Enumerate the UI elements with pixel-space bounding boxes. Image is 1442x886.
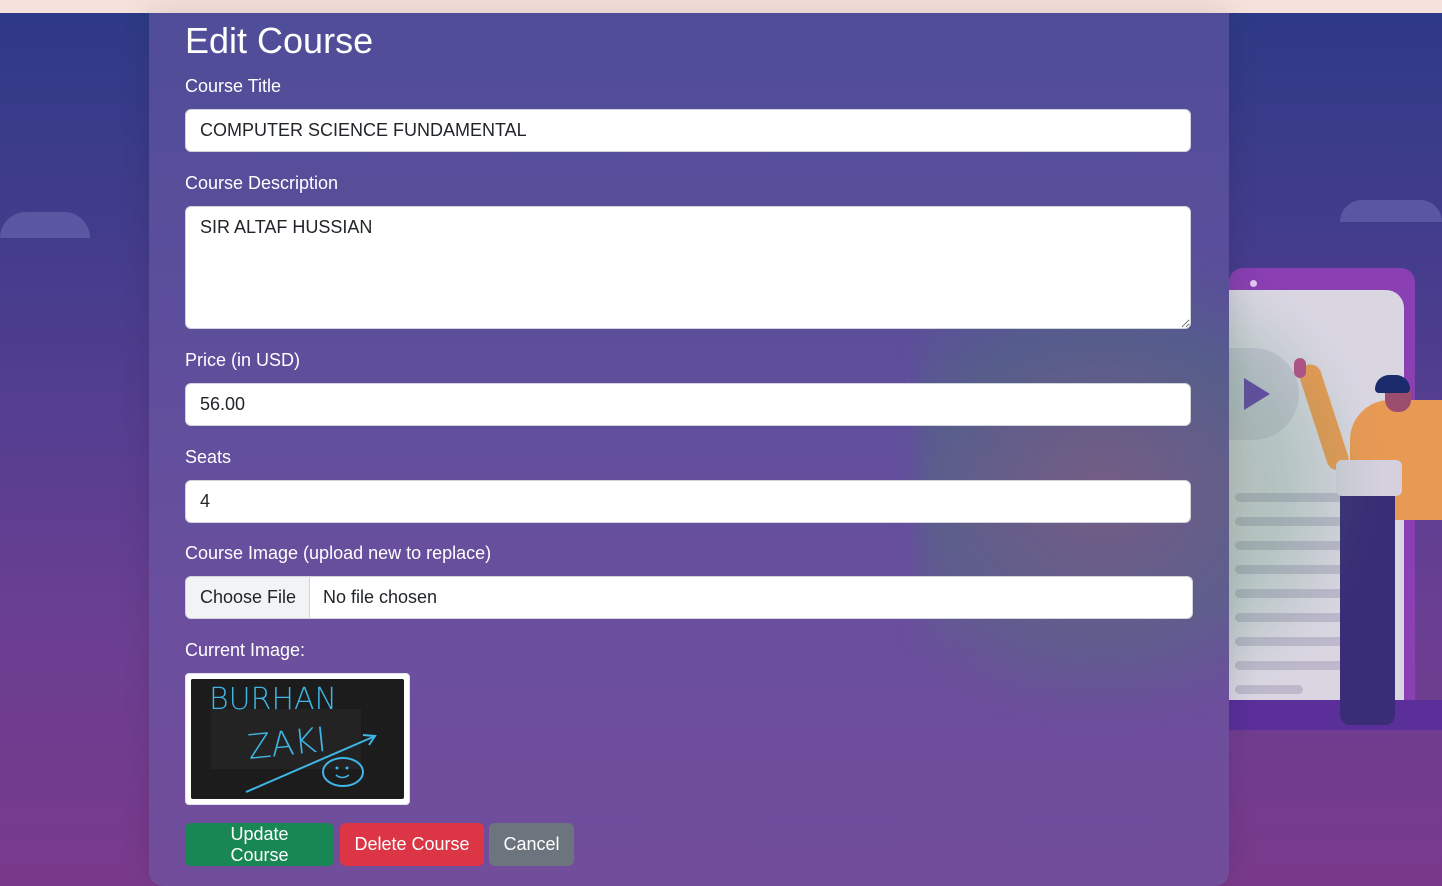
course-title-input[interactable] <box>185 109 1191 152</box>
current-image-drawing: BURHAN ZAKI <box>191 679 403 798</box>
cloud-shape <box>0 212 90 238</box>
cancel-button[interactable]: Cancel <box>489 823 574 866</box>
current-image: BURHAN ZAKI <box>191 679 404 799</box>
seats-input[interactable] <box>185 480 1191 523</box>
course-image-file-input[interactable]: Choose File No file chosen <box>185 576 1193 619</box>
cloud-shape <box>1340 200 1442 222</box>
course-description-label: Course Description <box>185 173 339 193</box>
price-label: Price (in USD) <box>185 350 301 370</box>
person-hair-shape <box>1375 375 1410 393</box>
choose-file-button[interactable]: Choose File <box>186 577 310 618</box>
update-course-button[interactable]: Update Course <box>185 823 334 866</box>
seats-label: Seats <box>185 447 232 467</box>
course-image-label: Course Image (upload new to replace) <box>185 543 492 563</box>
top-bar <box>0 0 1442 13</box>
page-title: Edit Course <box>185 20 374 61</box>
price-input[interactable] <box>185 383 1191 426</box>
current-image-label: Current Image: <box>185 640 306 660</box>
course-description-textarea[interactable]: SIR ALTAF HUSSIAN <box>185 206 1191 329</box>
file-status-text: No file chosen <box>323 587 438 607</box>
current-image-thumbnail: BURHAN ZAKI <box>185 673 410 805</box>
image-text-line-1: BURHAN <box>209 682 337 717</box>
delete-course-button[interactable]: Delete Course <box>340 823 484 866</box>
course-title-label: Course Title <box>185 76 282 96</box>
